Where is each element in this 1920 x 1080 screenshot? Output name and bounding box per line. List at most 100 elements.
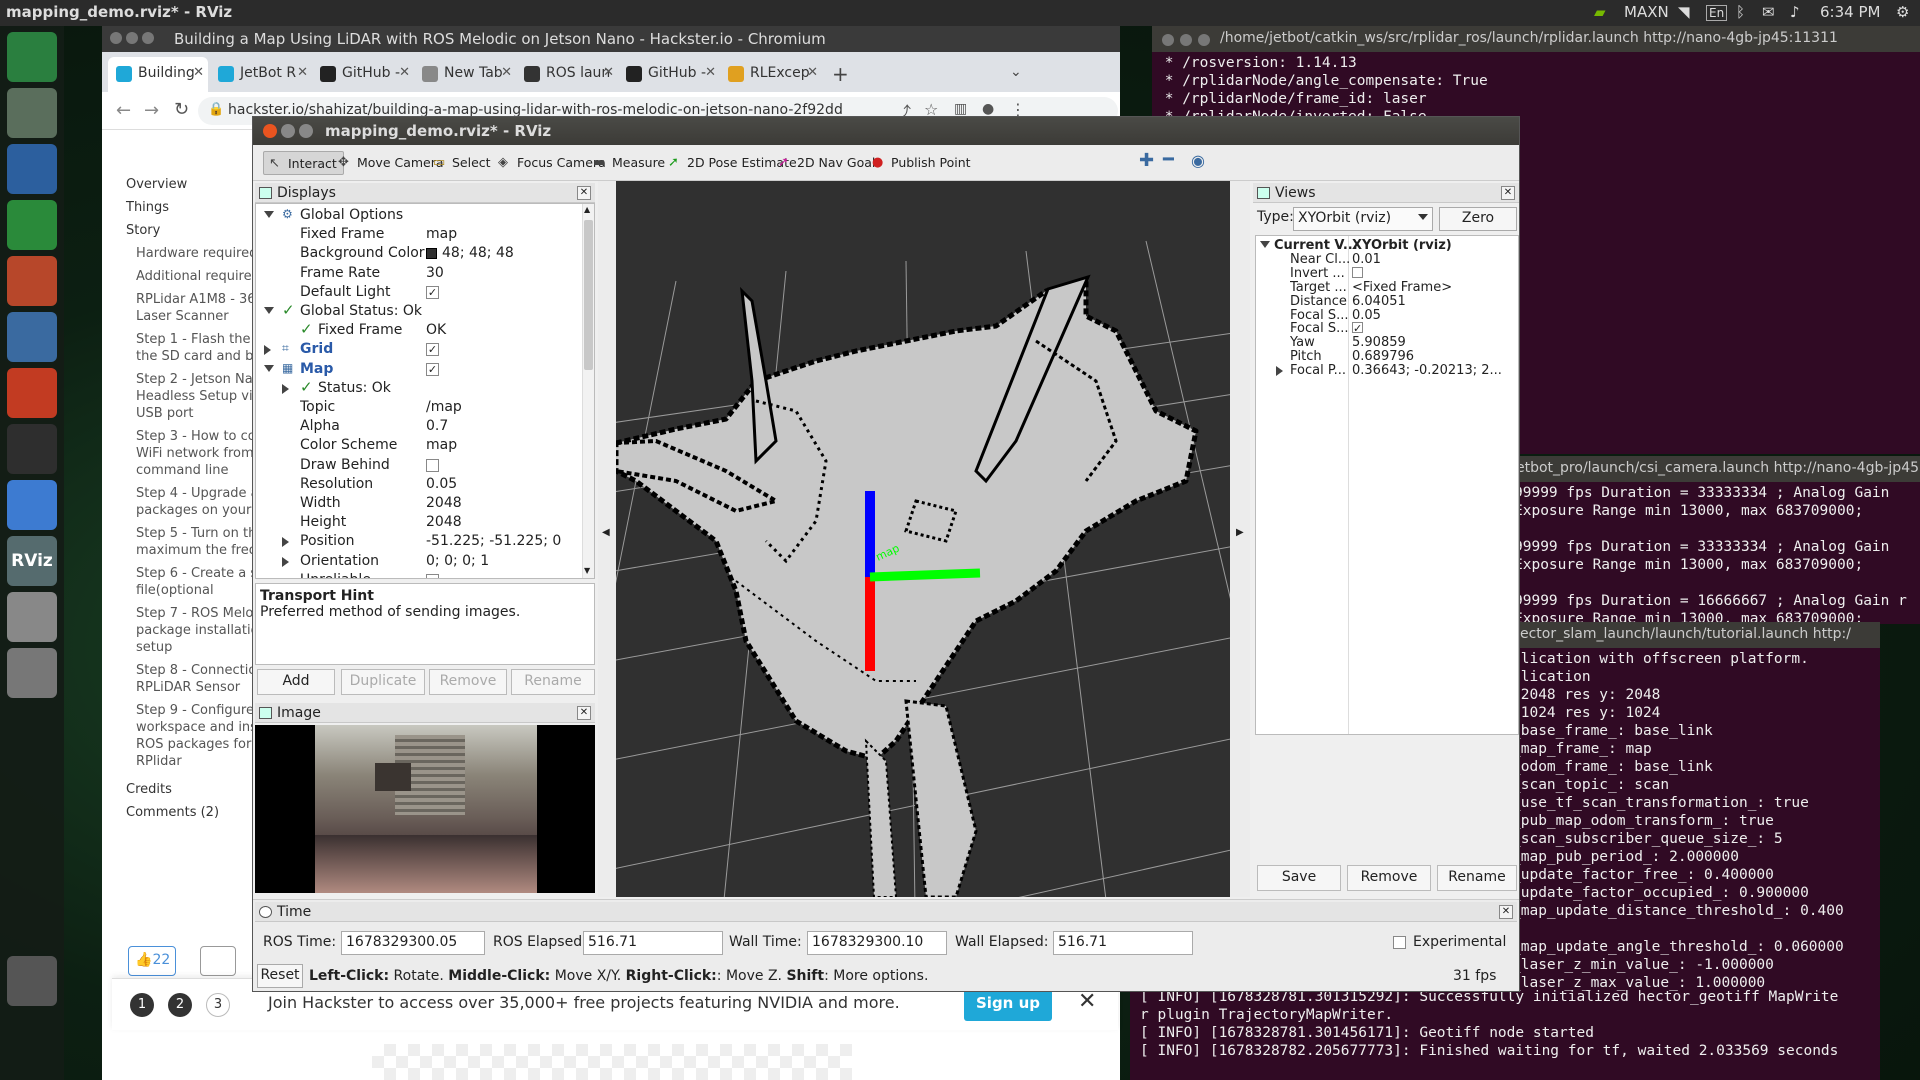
checkbox-unchecked[interactable] [1352,266,1363,278]
launcher-trash-icon[interactable] [7,956,57,1006]
launcher-impress-icon[interactable] [7,256,57,306]
signup-button[interactable]: Sign up [964,987,1052,1021]
property-value[interactable]: 48; 48; 48 [442,245,592,261]
tool-publish-point-button[interactable]: ● Publish Point [867,151,977,175]
property-value[interactable]: 2048 [426,495,576,511]
view-property-value[interactable]: 0.01 [1352,252,1516,267]
view-property-value[interactable]: <Fixed Frame> [1352,280,1516,295]
view-property-value[interactable]: XYOrbit (rviz) [1352,238,1516,253]
ros-time-field[interactable]: 1678329300.05 [341,931,485,955]
toc-subitem[interactable]: Step 9 - Configure [136,702,254,719]
view-property-row[interactable]: Near Cl... 0.01 [1256,252,1518,267]
save-view-button[interactable]: Save [1257,865,1341,891]
view-property-row[interactable]: Distance 6.04051 [1256,294,1518,309]
like-button[interactable]: 👍22 [128,946,176,976]
display-property-row[interactable]: Position -51.225; -51.225; 0 [256,532,580,551]
display-property-row[interactable]: ✓ Fixed Frame OK [256,320,580,340]
collapse-left-icon[interactable]: ◀ [602,527,610,538]
checkbox-checked[interactable]: ✓ [426,362,439,376]
display-property-row[interactable]: Topic/map [256,398,580,417]
keyboard-language[interactable]: En [1706,5,1728,21]
expand-arrow-icon[interactable] [264,345,271,356]
close-panel-icon[interactable]: ✕ [577,706,591,720]
view-property-value[interactable]: 0.689796 [1352,349,1516,364]
tab-close-icon[interactable]: ✕ [501,65,512,80]
tool-select-button[interactable]: ▭ Select [428,151,497,175]
toc-subitem[interactable]: Step 3 - How to con [136,428,264,445]
tab-search-icon[interactable]: ⌄ [1010,64,1022,80]
toc-subitem[interactable]: package installatio [136,622,259,639]
toc-item[interactable]: Comments (2) [126,804,219,821]
toc-subitem[interactable]: Headless Setup via [136,388,261,405]
display-property-row[interactable]: ▦ Map ✓ [256,360,580,379]
browser-tab[interactable]: GitHub - ✕ [618,57,720,92]
toc-subitem[interactable]: workspace and ins [136,719,257,736]
view-property-value[interactable]: 5.90859 [1352,335,1516,350]
display-property-row[interactable]: ✓ Global Status: Ok [256,301,580,321]
display-property-row[interactable]: Default Light ✓ [256,283,580,302]
display-property-row[interactable]: Color Scheme map [256,436,580,455]
minimize-window-icon[interactable] [1180,34,1192,46]
view-property-row[interactable]: Invert ... [1256,266,1518,281]
property-value[interactable]: /map [426,399,576,415]
toc-subitem[interactable]: Step 7 - ROS Melo [136,605,253,622]
volume-icon[interactable]: ♪ [1790,3,1800,21]
close-panel-icon[interactable]: ✕ [577,186,591,200]
nvidia-power-mode[interactable]: MAXN [1624,3,1669,21]
sidepanel-icon[interactable]: ▥ [954,101,967,117]
property-value[interactable]: 2048 [426,514,576,530]
view-property-value[interactable]: 0.05 [1352,308,1516,323]
view-property-row[interactable]: Focal P... 0.36643; -0.20213; 2... [1256,363,1518,378]
toc-subitem[interactable]: Step 5 - Turn on th [136,525,256,542]
property-value[interactable]: map [426,226,576,242]
property-value[interactable]: 30 [426,265,576,281]
banner-page-1[interactable]: 1 [130,993,154,1017]
toc-item[interactable]: Story [126,222,160,239]
color-swatch[interactable] [426,248,437,260]
tool-interact-button[interactable]: ↖ Interact [263,151,344,175]
display-property-row[interactable]: Orientation 0; 0; 0; 1 [256,552,580,571]
remove-tool-icon[interactable]: ━ [1159,149,1189,175]
launcher-rviz-icon[interactable]: RViz [7,536,57,586]
launcher-drive-icon[interactable] [7,648,57,698]
checkbox-unchecked[interactable] [426,573,439,578]
expand-arrow-icon[interactable] [282,556,289,567]
forward-arrow-icon[interactable]: → [144,100,159,121]
toc-subitem[interactable]: Step 1 - Flash the im [136,331,271,348]
collapse-arrow-icon[interactable] [1260,241,1270,248]
display-property-row[interactable]: Fixed Frame map [256,225,580,244]
expand-arrow-icon[interactable] [1276,366,1283,377]
tool-properties-icon[interactable]: ◉ [1187,151,1217,175]
view-type-select[interactable]: XYOrbit (rviz) [1293,207,1433,231]
toc-subitem[interactable]: Laser Scanner [136,308,229,325]
ros-elapsed-field[interactable]: 516.71 [583,931,723,955]
collapse-arrow-icon[interactable] [264,307,274,314]
checkbox-unchecked[interactable] [426,458,439,472]
tool-2d-nav-goal-button[interactable]: ➚ 2D Nav Goal [773,151,881,175]
maximize-window-icon[interactable] [1198,34,1210,46]
scroll-up-icon[interactable]: ▲ [584,205,590,214]
toc-subitem[interactable]: maximum the frequ [136,542,265,559]
banner-page-3[interactable]: 3 [206,993,230,1017]
toc-subitem[interactable]: ROS packages for [136,736,251,753]
launcher-settings-icon[interactable] [7,368,57,418]
property-value[interactable]: 0.05 [426,476,576,492]
launcher-software-icon[interactable] [7,312,57,362]
zero-view-button[interactable]: Zero [1439,207,1517,231]
checkbox-checked[interactable]: ✓ [426,285,439,299]
tab-close-icon[interactable]: ✕ [807,65,818,80]
add-display-button[interactable]: Add [257,669,335,695]
display-property-row[interactable]: ✓ Status: Ok [256,378,580,398]
toc-subitem[interactable]: USB port [136,405,193,422]
remove-display-button[interactable]: Remove [429,669,507,695]
toc-item[interactable]: Things [126,199,169,216]
close-window-icon[interactable] [263,124,277,138]
display-property-row[interactable]: Alpha 0.7 [256,417,580,436]
property-value[interactable]: 0; 0; 0; 1 [426,553,576,569]
launcher-files-icon[interactable] [7,88,57,138]
reload-icon[interactable]: ↻ [174,99,189,120]
display-property-row[interactable]: Unreliable [256,571,580,578]
maximize-window-icon[interactable] [142,32,154,44]
close-window-icon[interactable] [1162,34,1174,46]
toc-subitem[interactable]: Additional requirem [136,268,264,285]
